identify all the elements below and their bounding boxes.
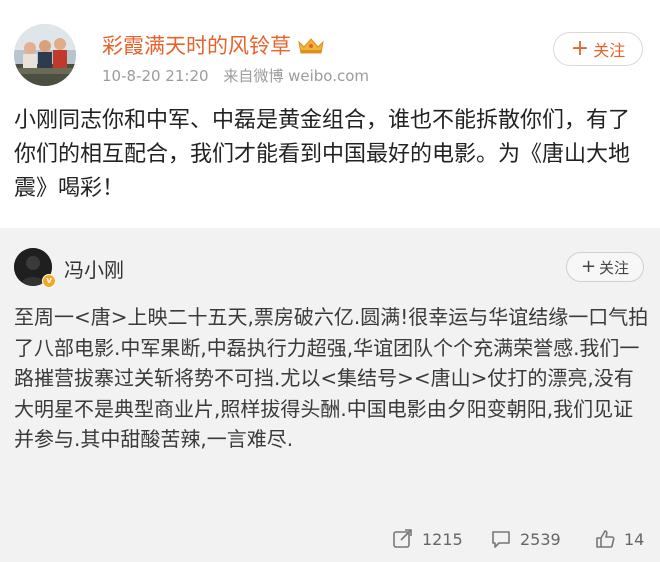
follow-original-label: 关注 [599,258,630,277]
post-username-label[interactable]: 彩霞满天时的风铃草 [102,30,291,60]
plus-icon: + [580,256,597,277]
original-text: 至周一<唐>上映二十五天,票房破六亿.圆满!很幸运与华谊结缘一口气拍了八部电影.… [14,305,649,451]
comment-button[interactable]: 2539 [490,528,561,550]
repost-count: 1215 [422,529,463,549]
follow-button[interactable]: + 关注 [553,32,643,66]
repost-button[interactable]: 1215 [392,528,463,550]
avatar-photo [14,24,76,86]
action-bar: 1215 2539 14 [0,526,660,556]
crown-icon [297,36,325,54]
main-post: 彩霞满天时的风铃草 10-8-20 21:20 来自微博 weibo.com +… [0,0,660,228]
post-meta: 10-8-20 21:20 来自微博 weibo.com [102,65,379,86]
verified-badge-icon: v [42,274,56,288]
post-text: 小刚同志你和中军、中磊是黄金组合，谁也不能拆散你们，有了你们的相互配合，我们才能… [14,108,631,201]
reposted-card[interactable]: v 冯小刚 + 关注 至周一<唐>上映二十五天,票房破六亿.圆满!很幸运与华谊结… [0,228,660,562]
like-button[interactable]: 14 [594,528,644,550]
comment-count: 2539 [520,529,561,549]
post-timestamp: 10-8-20 21:20 [102,67,209,85]
follow-button-label: 关注 [593,41,626,60]
original-username[interactable]: 冯小刚 [64,254,124,283]
avatar[interactable] [14,24,76,86]
like-icon [596,530,615,548]
post-source: 来自微博 weibo.com [223,67,369,85]
comment-icon [492,531,510,548]
follow-original-button[interactable]: + 关注 [566,252,644,282]
like-count: 14 [624,529,645,549]
repost-icon [393,529,412,548]
plus-icon: + [570,36,590,61]
post-username[interactable]: 彩霞满天时的风铃草 [102,30,325,60]
